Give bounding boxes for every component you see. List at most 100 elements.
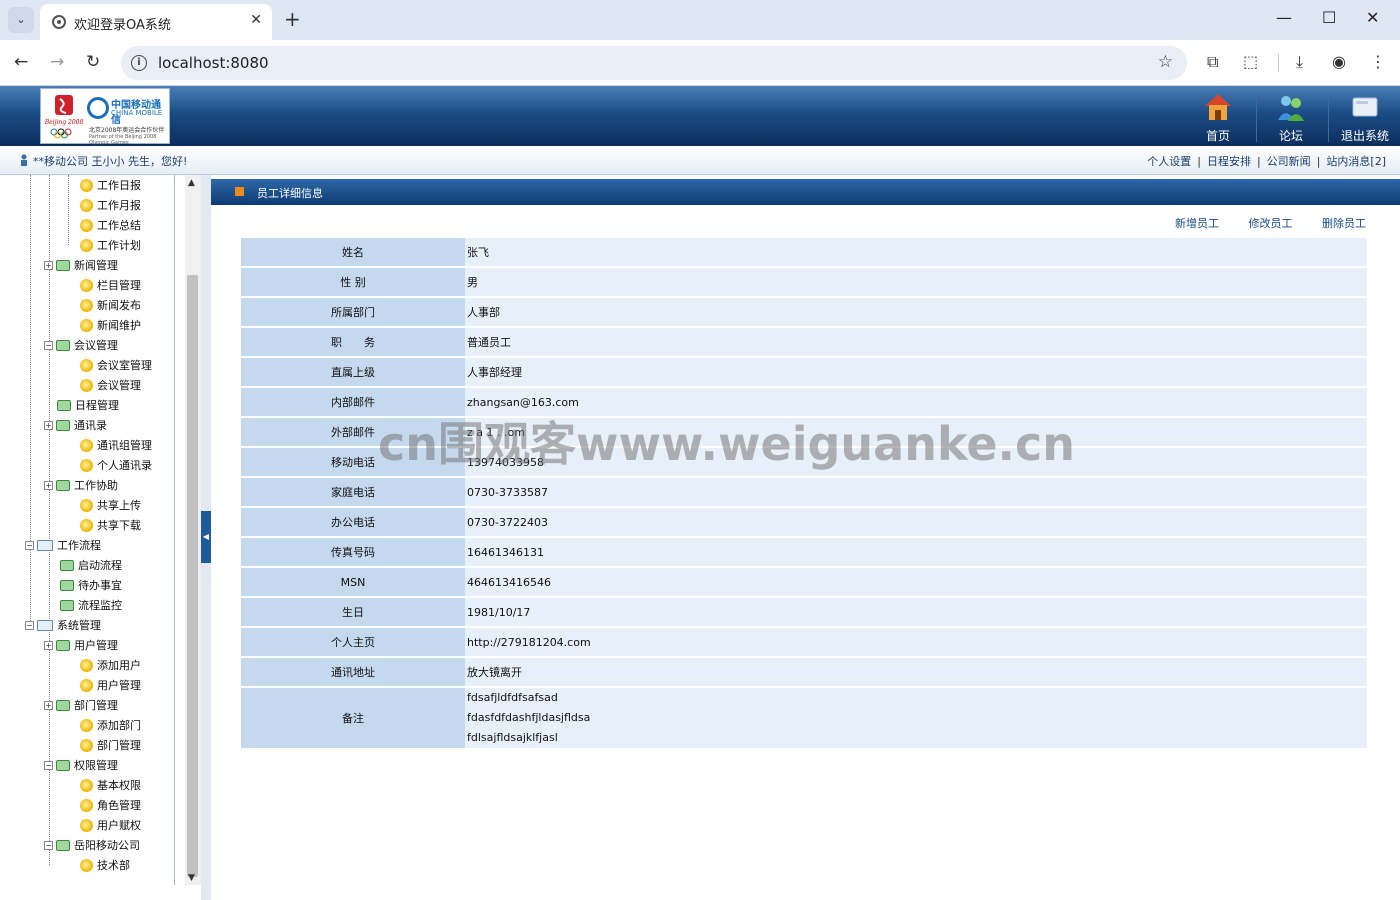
- sidebar-item-share-upload[interactable]: 共享上传: [80, 497, 141, 517]
- nav-home[interactable]: 首页: [1181, 86, 1255, 146]
- profile-icon[interactable]: ◉: [1332, 52, 1346, 71]
- screenshot-icon[interactable]: ⧉: [1207, 52, 1218, 72]
- sidebar-item-daily-report[interactable]: 工作日报: [80, 177, 141, 197]
- globe-icon: [52, 15, 66, 29]
- sidebar-item-todo[interactable]: 待办事宜: [60, 577, 122, 597]
- scroll-up-icon[interactable]: ▲: [188, 178, 195, 188]
- sidebar-item-work-summary[interactable]: 工作总结: [80, 217, 141, 237]
- expand-icon[interactable]: +: [44, 260, 53, 270]
- new-tab-button[interactable]: +: [284, 7, 301, 31]
- module-icon: [56, 639, 70, 651]
- site-info-icon[interactable]: i: [131, 55, 147, 71]
- leaf-node-icon: [80, 178, 93, 192]
- sidebar-item-collaboration[interactable]: + 工作协助: [44, 477, 118, 497]
- sidebar-item-monthly-report[interactable]: 工作月报: [80, 197, 141, 217]
- extensions-icon[interactable]: ⬚: [1243, 52, 1258, 71]
- note-value: fdsafjldfdfsafsad fdasfdfdashfjldasjflds…: [465, 688, 1367, 748]
- browser-tab[interactable]: 欢迎登录OA系统 ✕: [40, 4, 272, 40]
- link-company-news[interactable]: 公司新闻: [1267, 155, 1311, 168]
- minimize-icon[interactable]: —: [1276, 8, 1292, 27]
- sidebar-item-meeting-room[interactable]: 会议室管理: [80, 357, 152, 377]
- expand-icon[interactable]: +: [44, 640, 53, 650]
- home-icon: [1205, 94, 1231, 120]
- forward-icon[interactable]: →: [50, 52, 64, 72]
- back-icon[interactable]: ←: [14, 52, 28, 72]
- main-content: 员工详细信息 新增员工 修改员工 删除员工 姓名 张飞 性 别男 所属部门 人事部 …: [211, 175, 1400, 900]
- add-employee-link[interactable]: 新增员工: [1175, 217, 1219, 230]
- sidebar-item-permissions[interactable]: − 权限管理: [44, 757, 118, 777]
- sidebar-item-workflow[interactable]: − 工作流程: [25, 537, 101, 557]
- collapse-icon[interactable]: −: [44, 840, 53, 850]
- collapse-sidebar-icon[interactable]: ◀: [201, 511, 211, 563]
- edit-employee-link[interactable]: 修改员工: [1249, 217, 1293, 230]
- sidebar-item-column-mgmt[interactable]: 栏目管理: [80, 277, 141, 297]
- tree-label: 共享上传: [97, 499, 141, 512]
- sidebar-item-news-maintain[interactable]: 新闻维护: [80, 317, 141, 337]
- reload-icon[interactable]: ↻: [86, 52, 100, 72]
- scrollbar-thumb[interactable]: [187, 275, 198, 877]
- bookmark-star-icon[interactable]: ☆: [1158, 52, 1173, 72]
- download-icon[interactable]: ⤓: [1296, 52, 1303, 72]
- sidebar-item-schedule[interactable]: 日程管理: [57, 397, 119, 417]
- sidebar-item-news[interactable]: + 新闻管理: [44, 257, 118, 277]
- link-schedule[interactable]: 日程安排: [1207, 155, 1251, 168]
- close-tab-icon[interactable]: ✕: [250, 12, 262, 28]
- link-messages[interactable]: 站内消息[2]: [1326, 155, 1386, 168]
- delete-employee-link[interactable]: 删除员工: [1322, 217, 1366, 230]
- sidebar-item-roles[interactable]: 角色管理: [80, 797, 141, 817]
- scroll-down-icon[interactable]: ▼: [188, 873, 195, 883]
- tab-search-button[interactable]: ⌄: [8, 7, 34, 33]
- field-label: 生日: [241, 598, 465, 626]
- sidebar-item-basic-perms[interactable]: 基本权限: [80, 777, 141, 797]
- sidebar-scrollbar[interactable]: ▲ ▼: [185, 175, 201, 885]
- nav-exit[interactable]: 退出系统: [1328, 86, 1400, 146]
- close-window-icon[interactable]: ✕: [1366, 8, 1379, 27]
- tree-label: 用户赋权: [97, 819, 141, 832]
- sidebar-item-work-plan[interactable]: 工作计划: [80, 237, 141, 257]
- omnibox[interactable]: i localhost:8080 ☆: [121, 46, 1187, 80]
- module-icon: [56, 759, 70, 771]
- sidebar-item-add-dept[interactable]: 添加部门: [80, 717, 141, 737]
- sidebar-item-start-flow[interactable]: 启动流程: [60, 557, 122, 577]
- sidebar-item-user-grant[interactable]: 用户赋权: [80, 817, 141, 837]
- table-row: 直属上级 人事部经理: [241, 358, 1367, 386]
- sidebar-item-contacts[interactable]: + 通讯录: [44, 417, 107, 437]
- expand-icon[interactable]: +: [44, 480, 53, 490]
- sidebar-item-share-download[interactable]: 共享下载: [80, 517, 141, 537]
- sidebar-item-contact-groups[interactable]: 通讯组管理: [80, 437, 152, 457]
- oa-header: Beijing 2008 中国移动通信 CHINA MOBILE 北京2008年…: [0, 86, 1400, 146]
- sidebar-item-yueyang-company[interactable]: − 岳阳移动公司: [44, 837, 140, 857]
- collapse-icon[interactable]: −: [25, 540, 34, 550]
- note-line: fdsafjldfdfsafsad: [467, 691, 558, 704]
- svg-text:Beijing 2008: Beijing 2008: [45, 119, 83, 126]
- expand-icon[interactable]: +: [44, 420, 53, 430]
- link-personal-settings[interactable]: 个人设置: [1147, 155, 1191, 168]
- url-text[interactable]: localhost:8080: [158, 54, 269, 72]
- maximize-icon[interactable]: ☐: [1322, 8, 1336, 27]
- sidebar-item-user-mgmt[interactable]: + 用户管理: [44, 637, 118, 657]
- leaf-node-icon: [80, 858, 93, 872]
- more-menu-icon[interactable]: ⋮: [1370, 52, 1386, 71]
- sidebar-item-depts[interactable]: 部门管理: [80, 737, 141, 757]
- sidebar-item-users[interactable]: 用户管理: [80, 677, 141, 697]
- nav-forum[interactable]: 论坛: [1254, 86, 1328, 146]
- module-icon: [56, 839, 70, 851]
- leaf-node-icon: [80, 238, 93, 252]
- sidebar-item-tech-dept[interactable]: 技术部: [80, 857, 130, 877]
- sidebar-item-meeting[interactable]: − 会议管理: [44, 337, 118, 357]
- sidebar-item-add-user[interactable]: 添加用户: [80, 657, 141, 677]
- sidebar-item-news-publish[interactable]: 新闻发布: [80, 297, 141, 317]
- field-value: 放大镜离开: [465, 658, 1367, 686]
- sidebar-item-flow-monitor[interactable]: 流程监控: [60, 597, 122, 617]
- expand-icon[interactable]: +: [44, 700, 53, 710]
- sidebar-item-personal-contacts[interactable]: 个人通讯录: [80, 457, 152, 477]
- leaf-node-icon: [80, 818, 93, 832]
- collapse-icon[interactable]: −: [44, 340, 53, 350]
- collapse-icon[interactable]: −: [25, 620, 34, 630]
- tree-label: 共享下载: [97, 519, 141, 532]
- sidebar-item-meeting-mgmt[interactable]: 会议管理: [80, 377, 141, 397]
- sidebar-item-dept-mgmt[interactable]: + 部门管理: [44, 697, 118, 717]
- collapse-icon[interactable]: −: [44, 760, 53, 770]
- sidebar-item-system[interactable]: − 系统管理: [25, 617, 101, 637]
- table-row: 家庭电话 0730-3733587: [241, 478, 1367, 506]
